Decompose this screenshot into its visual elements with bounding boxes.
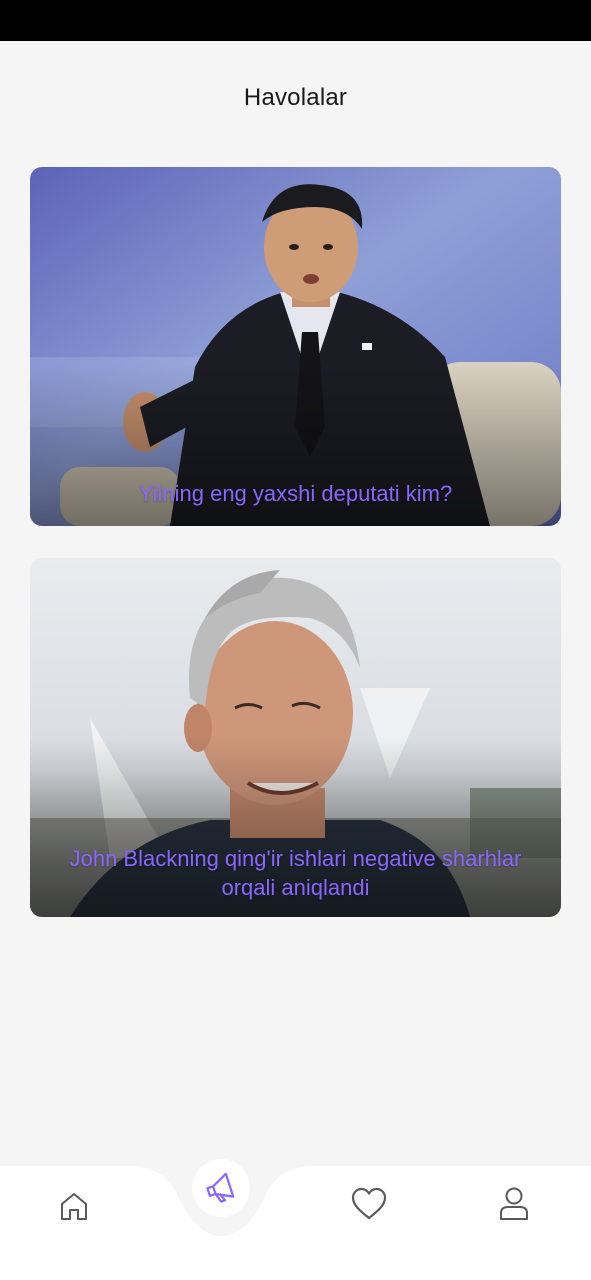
- nav-home-button[interactable]: [50, 1182, 98, 1230]
- megaphone-icon: [206, 1172, 235, 1203]
- news-card[interactable]: John Blackning qing'ir ishlari negative …: [30, 558, 561, 917]
- status-bar: [0, 0, 591, 41]
- nav-profile-button[interactable]: [490, 1180, 538, 1228]
- user-icon: [500, 1187, 528, 1220]
- card-caption: John Blackning qing'ir ishlari negative …: [69, 846, 522, 900]
- card-photo: [30, 167, 561, 526]
- page-title: Havolalar: [243, 84, 348, 111]
- card-caption: Yilning eng yaxshi deputati kim?: [138, 481, 453, 506]
- nav-favorites-button[interactable]: [345, 1180, 393, 1228]
- nav-ads-button[interactable]: [192, 1159, 250, 1217]
- home-icon: [61, 1193, 87, 1220]
- bottom-nav: [0, 1150, 591, 1280]
- news-card[interactable]: Yilning eng yaxshi deputati kim?: [30, 167, 561, 526]
- heart-icon: [351, 1187, 387, 1220]
